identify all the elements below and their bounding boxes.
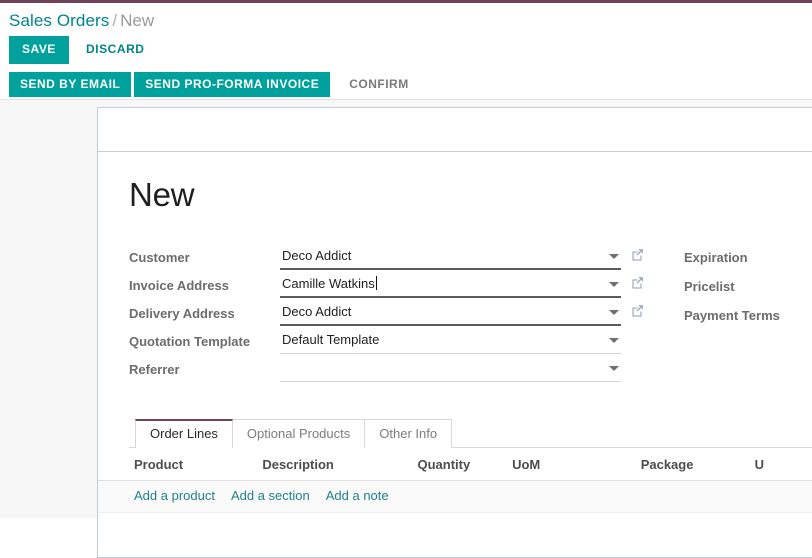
- label-expiration: Expiration: [684, 250, 748, 265]
- delivery-address-input[interactable]: Deco Addict: [280, 303, 621, 326]
- breadcrumb: Sales Orders / New: [0, 3, 812, 36]
- field-row-invoice-address: Invoice Address Camille Watkins: [129, 275, 647, 303]
- field-referrer: [280, 359, 621, 382]
- sheet-statusbar-region: [98, 108, 812, 152]
- text-caret: [375, 276, 377, 290]
- form-view-body: New Customer Deco Addict Invoice Address…: [0, 100, 812, 558]
- add-a-product-link[interactable]: Add a product: [134, 488, 215, 503]
- order-lines-table: Product Description Quantity UoM Package…: [98, 448, 812, 513]
- external-link-icon[interactable]: [621, 275, 647, 289]
- label-delivery-address: Delivery Address: [129, 306, 235, 321]
- sheet-content: New Customer Deco Addict Invoice Address…: [98, 152, 812, 513]
- send-proforma-invoice-button[interactable]: SEND PRO-FORMA INVOICE: [134, 71, 331, 97]
- label-payment-terms: Payment Terms: [684, 308, 780, 323]
- page-title: New: [129, 176, 195, 213]
- field-invoice-address: Camille Watkins: [280, 275, 621, 298]
- column-header-unit-price[interactable]: U: [754, 448, 812, 481]
- invoice-address-input[interactable]: Camille Watkins: [280, 275, 621, 298]
- breadcrumb-root-link[interactable]: Sales Orders: [9, 11, 109, 30]
- external-link-placeholder: [621, 331, 647, 332]
- column-header-package[interactable]: Package: [640, 448, 755, 481]
- customer-input[interactable]: Deco Addict: [280, 247, 621, 270]
- form-column-right: Expiration Pricelist Payment Terms: [647, 247, 812, 387]
- label-customer: Customer: [129, 250, 190, 265]
- column-header-description[interactable]: Description: [262, 448, 418, 481]
- external-link-icon[interactable]: [621, 303, 647, 317]
- chevron-down-icon[interactable]: [609, 254, 619, 259]
- chevron-down-icon[interactable]: [609, 282, 619, 287]
- label-pricelist: Pricelist: [684, 279, 735, 294]
- field-row-referrer: Referrer: [129, 359, 647, 387]
- workflow-statusbar: SEND BY EMAIL SEND PRO-FORMA INVOICE CON…: [0, 69, 812, 100]
- label-quotation-template: Quotation Template: [129, 334, 251, 349]
- quotation-template-input[interactable]: Default Template: [280, 331, 621, 354]
- chevron-down-icon[interactable]: [609, 366, 619, 371]
- column-header-product[interactable]: Product: [98, 448, 263, 481]
- field-row-delivery-address: Delivery Address Deco Addict: [129, 303, 647, 331]
- field-row-quotation-template: Quotation Template Default Template: [129, 331, 647, 359]
- add-row: Add a product Add a section Add a note: [98, 480, 812, 513]
- add-row-cell: Add a product Add a section Add a note: [98, 480, 812, 513]
- column-header-uom[interactable]: UoM: [512, 448, 641, 481]
- notebook-tabs: Order Lines Optional Products Other Info: [129, 419, 812, 448]
- form-column-left: Customer Deco Addict Invoice Address Cam…: [129, 247, 647, 387]
- breadcrumb-current: New: [120, 11, 155, 30]
- send-by-email-button[interactable]: SEND BY EMAIL: [9, 71, 132, 97]
- add-a-section-link[interactable]: Add a section: [231, 488, 310, 503]
- table-header-row: Product Description Quantity UoM Package…: [98, 448, 812, 481]
- record-action-bar: SAVE DISCARD: [0, 36, 812, 69]
- form-columns: Customer Deco Addict Invoice Address Cam…: [129, 247, 812, 387]
- tab-optional-products[interactable]: Optional Products: [231, 419, 366, 448]
- invoice-address-value: Camille Watkins: [282, 276, 375, 291]
- discard-button[interactable]: DISCARD: [73, 36, 158, 64]
- breadcrumb-separator: /: [112, 11, 118, 30]
- field-customer: Deco Addict: [280, 247, 621, 270]
- order-lines-body: Add a product Add a section Add a note: [98, 480, 812, 513]
- label-invoice-address: Invoice Address: [129, 278, 229, 293]
- chevron-down-icon[interactable]: [609, 310, 619, 315]
- notebook: Order Lines Optional Products Other Info…: [98, 419, 812, 513]
- referrer-input[interactable]: [280, 359, 621, 382]
- external-link-icon[interactable]: [621, 247, 647, 261]
- external-link-placeholder: [621, 359, 647, 360]
- column-header-quantity[interactable]: Quantity: [417, 448, 513, 481]
- add-a-note-link[interactable]: Add a note: [326, 488, 389, 503]
- chevron-down-icon[interactable]: [609, 338, 619, 343]
- label-referrer: Referrer: [129, 362, 180, 377]
- field-delivery-address: Deco Addict: [280, 303, 621, 326]
- tab-other-info[interactable]: Other Info: [364, 419, 453, 448]
- record-sheet: New Customer Deco Addict Invoice Address…: [97, 107, 812, 558]
- field-quotation-template: Default Template: [280, 331, 621, 354]
- confirm-button[interactable]: CONFIRM: [338, 72, 420, 97]
- field-row-customer: Customer Deco Addict: [129, 247, 647, 275]
- tab-order-lines[interactable]: Order Lines: [135, 419, 233, 448]
- order-lines-header: Product Description Quantity UoM Package…: [98, 448, 812, 481]
- save-button[interactable]: SAVE: [9, 36, 69, 64]
